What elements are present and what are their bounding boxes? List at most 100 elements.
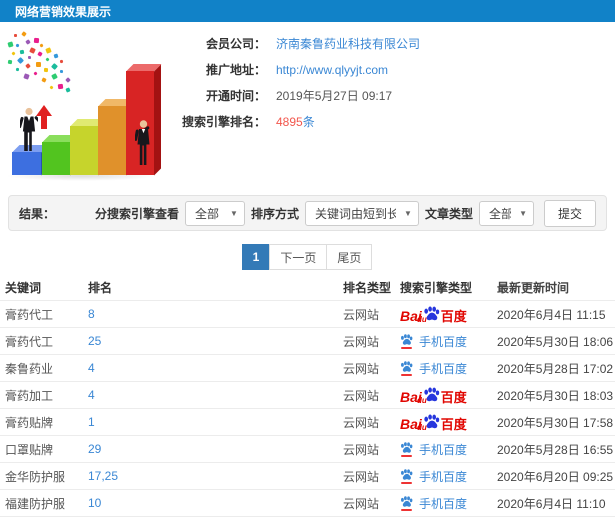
chevron-down-icon: ▼	[230, 208, 238, 218]
updated-time-cell: 2020年6月4日 11:15	[497, 307, 606, 322]
baidu-pc-logo: Bai du 百度	[400, 415, 467, 431]
promo-url-link[interactable]: http://www.qlyyjt.com	[276, 63, 388, 77]
rank-count-unit: 条	[302, 115, 315, 129]
article-type-select[interactable]: 全部 ▼	[478, 200, 534, 226]
sort-select-value: 关键词由短到长排序	[314, 206, 397, 221]
engine-type-cell: 手机百度	[400, 495, 497, 512]
rank-type-cell: 云网站	[343, 469, 380, 484]
businessman-figure-left	[20, 107, 38, 151]
last-page-button[interactable]: 尾页	[326, 244, 373, 270]
sort-select[interactable]: 关键词由短到长排序 ▼	[304, 200, 419, 226]
filter-controls: 分搜索引擎查看 全部 ▼ 排序方式 关键词由短到长排序 ▼ 文章类型 全部 ▼ …	[94, 199, 596, 227]
engine-type-cell: Bai du 百度	[400, 306, 497, 323]
rank-count-label: 搜索引擎排名：	[181, 115, 266, 129]
keyword-cell: 膏药代工	[5, 307, 54, 322]
submit-button[interactable]: 提交	[543, 199, 596, 227]
illustration-bar-yellow	[70, 126, 98, 175]
updated-time-cell: 2020年5月28日 16:55	[497, 442, 614, 457]
baidu-paw-icon	[400, 496, 413, 508]
engine-type-cell: 手机百度	[400, 360, 497, 377]
updated-time-cell: 2020年5月30日 18:06	[497, 334, 614, 349]
next-page-button[interactable]: 下一页	[269, 244, 328, 270]
rank-cell: 1	[88, 415, 343, 429]
baidu-paw-icon	[400, 361, 413, 373]
rank-cell: 4	[88, 388, 343, 402]
member-info-list: 会员公司： 济南秦鲁药业科技有限公司 推广地址： http://www.qlyy…	[178, 28, 420, 185]
mobile-baidu-label: 手机百度	[419, 334, 468, 349]
engine-select-value: 全部	[194, 206, 219, 221]
baidu-paw-underline	[401, 508, 412, 511]
growth-chart-illustration	[0, 28, 178, 183]
illustration-bar-orange	[98, 106, 126, 175]
member-info-section: 会员公司： 济南秦鲁药业科技有限公司 推广地址： http://www.qlyy…	[0, 22, 615, 185]
engine-filter-label: 分搜索引擎查看	[94, 206, 179, 221]
table-row: 福建防护服 10 云网站 手机百度 2020年6月4日 11:10	[0, 489, 615, 516]
page-1-button[interactable]: 1	[241, 244, 271, 270]
company-link[interactable]: 济南秦鲁药业科技有限公司	[276, 37, 420, 51]
rank-type-cell: 云网站	[343, 442, 380, 457]
rank-type-cell: 云网站	[343, 388, 380, 403]
updated-time-cell: 2020年5月28日 17:02	[497, 361, 614, 376]
pagination: 1 下一页 尾页	[0, 244, 615, 270]
rank-value-link[interactable]: 25	[88, 334, 101, 348]
page-title: 网络营销效果展示	[15, 4, 112, 19]
rank-value-link[interactable]: 17,25	[88, 469, 118, 483]
engine-type-cell: 手机百度	[400, 468, 497, 485]
illustration-bar-green	[42, 142, 70, 175]
rank-cell: 10	[88, 496, 343, 510]
rank-value-link[interactable]: 8	[88, 307, 95, 321]
mobile-baidu-badge: 手机百度	[400, 468, 467, 485]
window-titlebar: 网络营销效果展示	[0, 0, 615, 22]
mobile-baidu-label: 手机百度	[419, 361, 468, 376]
updated-time-cell: 2020年6月4日 11:10	[497, 496, 606, 511]
table-row: 口罩贴牌 29 云网站 手机百度 2020年5月28日 16:55	[0, 435, 615, 462]
rank-value-link[interactable]: 4	[88, 388, 95, 402]
keyword-cell: 膏药代工	[5, 334, 54, 349]
rank-value-link[interactable]: 29	[88, 442, 101, 456]
company-label: 会员公司：	[205, 37, 266, 51]
mobile-baidu-label: 手机百度	[419, 442, 468, 457]
rank-value-link[interactable]: 10	[88, 496, 101, 510]
rank-value-link[interactable]: 4	[88, 361, 95, 375]
company-row: 会员公司： 济南秦鲁药业科技有限公司	[178, 36, 420, 53]
article-type-select-value: 全部	[488, 206, 512, 221]
rank-count-value: 4895	[276, 115, 303, 129]
article-type-label: 文章类型	[424, 206, 473, 221]
mobile-baidu-label: 手机百度	[419, 496, 468, 511]
baidu-paw-underline	[401, 454, 412, 457]
businessman-figure-right	[135, 120, 150, 165]
table-header-row: 关键词 排名 排名类型 搜索引擎类型 最新更新时间	[0, 274, 615, 300]
engine-type-cell: 手机百度	[400, 441, 497, 458]
rank-cell: 17,25	[88, 469, 343, 483]
red-up-arrow-icon	[36, 105, 52, 129]
baidu-paw-icon	[400, 469, 413, 481]
rank-type-cell: 云网站	[343, 415, 380, 430]
table-row: 膏药贴牌 1 云网站 Bai du 百度 2020年5月30日 17:58	[0, 408, 615, 435]
updated-time-cell: 2020年5月30日 17:58	[497, 415, 614, 430]
mobile-baidu-label: 手机百度	[419, 469, 468, 484]
chevron-down-icon: ▼	[519, 208, 527, 218]
rank-value-link[interactable]: 1	[88, 415, 95, 429]
baidu-paw-underline	[401, 346, 412, 349]
column-header: 关键词	[5, 280, 42, 295]
rank-type-cell: 云网站	[343, 361, 380, 376]
table-row: 金华防护服 17,25 云网站 手机百度 2020年6月20日 09:25	[0, 462, 615, 489]
baidu-paw-icon	[400, 442, 413, 454]
illustration-bar-blue	[12, 152, 41, 175]
keyword-cell: 秦鲁药业	[5, 361, 54, 376]
rank-type-cell: 云网站	[343, 496, 380, 511]
column-header: 排名	[88, 280, 113, 295]
open-time-label: 开通时间：	[205, 89, 266, 103]
engine-select[interactable]: 全部 ▼	[184, 200, 245, 226]
engine-type-cell: 手机百度	[400, 333, 497, 350]
keyword-cell: 口罩贴牌	[5, 442, 54, 457]
baidu-pc-logo: Bai du 百度	[400, 388, 467, 404]
table-row: 膏药代工 25 云网站 手机百度 2020年5月30日 18:06	[0, 327, 615, 354]
promo-url-label: 推广地址：	[205, 63, 266, 77]
baidu-pc-logo: Bai du 百度	[400, 307, 467, 323]
chevron-down-icon: ▼	[404, 208, 412, 218]
mobile-baidu-badge: 手机百度	[400, 333, 467, 350]
mobile-baidu-badge: 手机百度	[400, 495, 467, 512]
keyword-cell: 膏药贴牌	[5, 415, 54, 430]
open-time-row: 开通时间： 2019年5月27日 09:17	[178, 88, 420, 105]
